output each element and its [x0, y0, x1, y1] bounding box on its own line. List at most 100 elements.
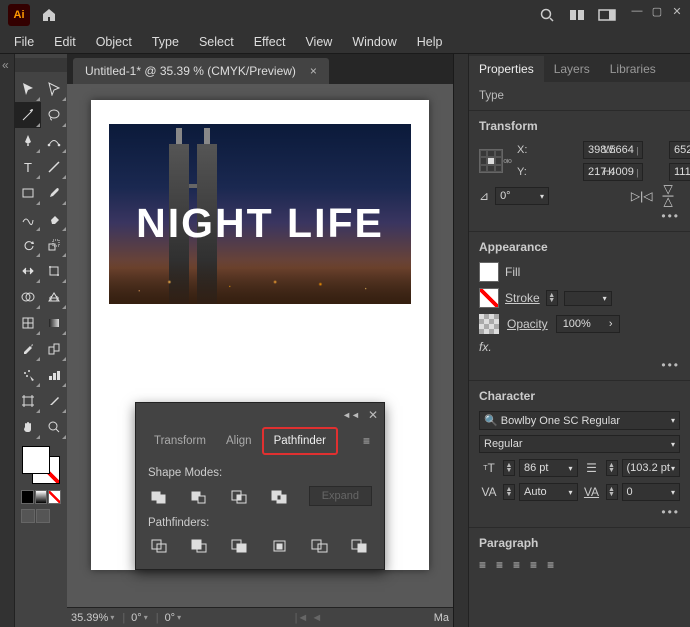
fill-swatch[interactable]	[479, 262, 499, 282]
transform-more-icon[interactable]: •••	[479, 205, 680, 223]
minimize-button[interactable]: —	[628, 4, 646, 18]
rotate-field[interactable]: 0°▾	[131, 612, 150, 624]
tab-align[interactable]: Align	[216, 429, 262, 453]
arrange-icon[interactable]	[564, 2, 590, 28]
column-graph-tool[interactable]	[41, 362, 67, 388]
tab-layers[interactable]: Layers	[544, 56, 600, 82]
scale-tool[interactable]	[41, 232, 67, 258]
other-field[interactable]: 0°▾	[165, 612, 184, 624]
w-input[interactable]	[669, 141, 690, 159]
font-style-input[interactable]: Regular▾	[479, 435, 680, 453]
gradient-tool[interactable]	[41, 310, 67, 336]
symbol-sprayer-tool[interactable]	[15, 362, 41, 388]
draw-normal-icon[interactable]	[21, 509, 35, 523]
blend-tool[interactable]	[41, 336, 67, 362]
menu-effect[interactable]: Effect	[244, 33, 296, 51]
zoom-field[interactable]: 35.39%▾	[71, 612, 116, 624]
paintbrush-tool[interactable]	[41, 180, 67, 206]
curvature-tool[interactable]	[41, 128, 67, 154]
gradient-mode-icon[interactable]	[35, 490, 48, 504]
menu-type[interactable]: Type	[142, 33, 189, 51]
menu-window[interactable]: Window	[342, 33, 406, 51]
stroke-weight-spinner[interactable]: ▲▼	[546, 290, 558, 306]
panel-collapse-icon[interactable]: ◄◄	[342, 410, 360, 420]
stroke-swatch[interactable]	[479, 288, 499, 308]
draw-behind-icon[interactable]	[36, 509, 50, 523]
crop-button[interactable]	[268, 535, 292, 557]
tab-properties[interactable]: Properties	[469, 56, 544, 82]
toolbar-collapse-strip[interactable]: «	[0, 54, 15, 627]
trim-button[interactable]	[188, 535, 212, 557]
minus-back-button[interactable]	[348, 535, 372, 557]
shaper-tool[interactable]	[15, 206, 41, 232]
font-size-input[interactable]: 86 pt▾	[519, 459, 578, 477]
type-tool[interactable]: T	[15, 154, 41, 180]
selection-tool[interactable]	[15, 76, 41, 102]
rectangle-tool[interactable]	[15, 180, 41, 206]
none-mode-icon[interactable]	[48, 490, 61, 504]
direct-selection-tool[interactable]	[41, 76, 67, 102]
mesh-tool[interactable]	[15, 310, 41, 336]
tab-pathfinder[interactable]: Pathfinder	[262, 427, 338, 455]
tab-transform[interactable]: Transform	[144, 429, 216, 453]
shape-builder-tool[interactable]	[15, 284, 41, 310]
tracking-input[interactable]: 0▾	[622, 483, 681, 501]
stroke-weight-input[interactable]: ▾	[564, 291, 612, 306]
panel-menu-icon[interactable]: ≡	[357, 430, 376, 452]
line-tool[interactable]	[41, 154, 67, 180]
align-right-icon[interactable]: ≡	[513, 558, 520, 572]
artboard-nav[interactable]: |◄ ◄	[295, 612, 323, 624]
tab-libraries[interactable]: Libraries	[600, 56, 666, 82]
perspective-grid-tool[interactable]	[41, 284, 67, 310]
intersect-button[interactable]	[228, 485, 252, 507]
fx-label[interactable]: fx.	[479, 340, 492, 354]
leading-input[interactable]: (103.2 pt▾	[622, 459, 681, 477]
eraser-tool[interactable]	[41, 206, 67, 232]
tracking-spinner[interactable]: ▲▼	[606, 484, 618, 500]
kerning-spinner[interactable]: ▲▼	[503, 484, 515, 500]
eyedropper-tool[interactable]	[15, 336, 41, 362]
leading-spinner[interactable]: ▲▼	[606, 460, 618, 476]
home-icon[interactable]	[36, 2, 62, 28]
artwork-text[interactable]: NIGHT LIFE	[109, 200, 411, 247]
outline-button[interactable]	[308, 535, 332, 557]
width-tool[interactable]	[15, 258, 41, 284]
merge-button[interactable]	[228, 535, 252, 557]
maximize-button[interactable]: ▢	[648, 4, 666, 18]
pen-tool[interactable]	[15, 128, 41, 154]
align-center-icon[interactable]: ≡	[496, 558, 503, 572]
align-left-icon[interactable]: ≡	[479, 558, 486, 572]
close-window-button[interactable]: ✕	[668, 4, 686, 18]
menu-object[interactable]: Object	[86, 33, 142, 51]
expand-button[interactable]: Expand	[309, 486, 372, 506]
hand-tool[interactable]	[15, 414, 41, 440]
menu-file[interactable]: File	[4, 33, 44, 51]
magic-wand-tool[interactable]	[15, 102, 41, 128]
link-wh-icon[interactable]: ⚮	[503, 155, 513, 168]
menu-help[interactable]: Help	[407, 33, 453, 51]
canvas[interactable]: NIGHT LIFE ◄◄ ✕ Transform Align Pathfind…	[67, 84, 453, 607]
panel-collapse-strip[interactable]	[454, 54, 469, 627]
divide-button[interactable]	[148, 535, 172, 557]
close-tab-button[interactable]: ×	[310, 64, 317, 78]
kerning-input[interactable]: Auto▾	[519, 483, 578, 501]
workspace-icon[interactable]	[594, 2, 620, 28]
fill-stroke-swatch[interactable]	[22, 446, 60, 484]
flip-vertical-icon[interactable]: ▷|◁	[662, 185, 676, 207]
justify-left-icon[interactable]: ≡	[530, 558, 537, 572]
minus-front-button[interactable]	[188, 485, 212, 507]
zoom-tool[interactable]	[41, 414, 67, 440]
menu-edit[interactable]: Edit	[44, 33, 86, 51]
color-mode-icon[interactable]	[21, 490, 34, 504]
font-family-input[interactable]: 🔍 Bowlby One SC Regular▾	[479, 411, 680, 430]
rotate-tool[interactable]	[15, 232, 41, 258]
menu-view[interactable]: View	[295, 33, 342, 51]
reference-point-icon[interactable]	[479, 149, 503, 173]
document-tab[interactable]: Untitled-1* @ 35.39 % (CMYK/Preview) ×	[73, 58, 329, 84]
panel-close-icon[interactable]: ✕	[368, 408, 378, 422]
search-icon[interactable]	[534, 2, 560, 28]
flip-horizontal-icon[interactable]: ▷|◁	[631, 189, 653, 203]
menu-select[interactable]: Select	[189, 33, 244, 51]
appearance-more-icon[interactable]: •••	[479, 354, 680, 372]
character-more-icon[interactable]: •••	[479, 501, 680, 519]
